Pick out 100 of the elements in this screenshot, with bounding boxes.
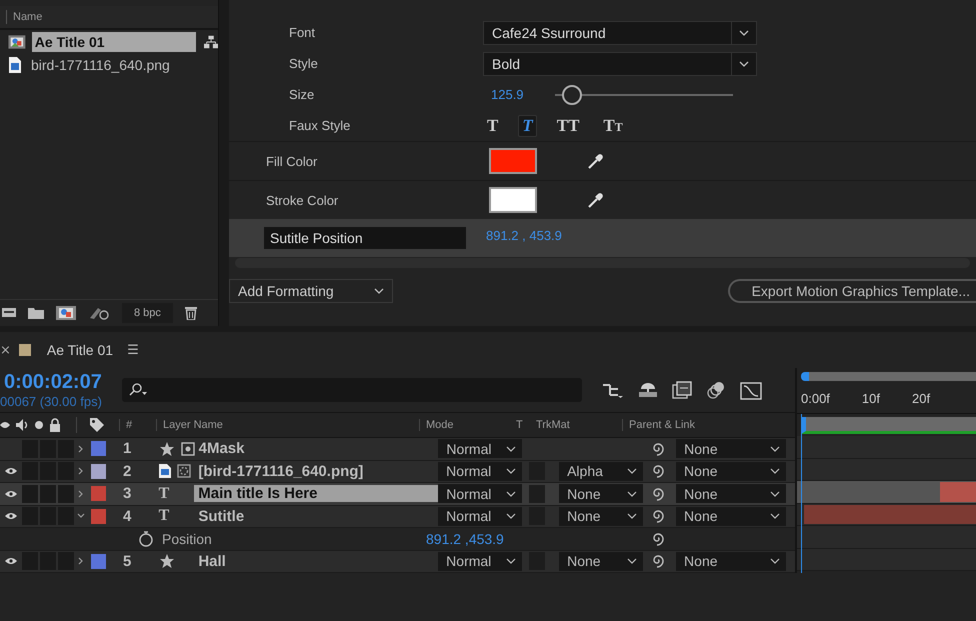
column-header[interactable]: Parent & Link xyxy=(622,419,789,431)
mode-dropdown[interactable]: Normal xyxy=(438,462,522,481)
work-area-bar[interactable] xyxy=(801,416,976,434)
add-formatting-dropdown[interactable]: Add Formatting xyxy=(229,279,393,303)
mode-dropdown[interactable]: Normal xyxy=(438,484,522,504)
layer-name[interactable]: 4Mask xyxy=(194,440,248,458)
label-color-swatch[interactable] xyxy=(91,441,106,456)
layer-row[interactable]: 2 [bird-1771116_640.png] Normal Alpha None xyxy=(0,460,795,483)
hierarchy-icon[interactable] xyxy=(602,382,624,398)
lock-icon[interactable] xyxy=(49,418,61,432)
image-file-icon xyxy=(158,464,171,478)
menu-icon[interactable]: ☰ xyxy=(127,342,139,358)
column-header[interactable]: Layer Name xyxy=(156,419,419,431)
composition-icon[interactable] xyxy=(56,306,76,320)
mode-dropdown[interactable]: Normal xyxy=(438,552,522,571)
layer-name[interactable]: Hall xyxy=(194,552,230,570)
track-matte-dropdown[interactable]: Alpha xyxy=(559,462,644,481)
ruler-label: 20f xyxy=(912,391,930,406)
eye-icon[interactable] xyxy=(4,557,17,566)
switch-slot[interactable] xyxy=(58,484,74,503)
current-time[interactable]: 0:00:02:07 xyxy=(0,371,122,394)
folder-icon[interactable] xyxy=(28,307,44,319)
parent-dropdown[interactable]: None xyxy=(676,439,786,458)
time-ruler[interactable]: 0:00f 10f 20f xyxy=(797,384,976,414)
faux-style-button[interactable]: Tt xyxy=(599,114,627,136)
dropdown[interactable]: Bold xyxy=(483,52,757,76)
parent-dropdown[interactable]: None xyxy=(676,506,786,526)
eye-icon[interactable] xyxy=(4,467,17,476)
eye-icon[interactable] xyxy=(4,490,17,498)
color-swatch[interactable] xyxy=(489,187,537,213)
frame-blending-icon[interactable] xyxy=(672,381,692,399)
preserve-transparency-checkbox[interactable] xyxy=(529,484,546,503)
track-matte-dropdown[interactable]: None xyxy=(559,552,644,571)
export-template-button[interactable]: Export Motion Graphics Template... xyxy=(728,279,976,303)
position-value[interactable]: 891.2 ,453.9 xyxy=(426,530,650,547)
bit-depth-button[interactable]: 8 bpc xyxy=(122,303,173,323)
caret-icon[interactable] xyxy=(77,557,86,566)
label-color-swatch[interactable] xyxy=(91,554,106,569)
flowchart-icon[interactable] xyxy=(204,34,218,48)
label-color-swatch[interactable] xyxy=(91,464,106,479)
caret-icon[interactable] xyxy=(77,467,86,476)
motion-blur-icon[interactable] xyxy=(706,381,726,399)
faux-style-button[interactable]: T xyxy=(483,114,502,136)
track-matte-dropdown[interactable]: None xyxy=(559,484,644,504)
graph-editor-icon[interactable] xyxy=(740,380,762,400)
size-value[interactable]: 125.9 xyxy=(491,87,547,102)
property-name-field[interactable]: Sutitle Position xyxy=(264,227,466,249)
caret-icon[interactable] xyxy=(77,490,86,498)
composition-tab[interactable]: Ae Title 01 xyxy=(46,342,114,358)
faux-style-button[interactable]: T xyxy=(518,114,537,136)
slider-thumb[interactable] xyxy=(562,84,582,104)
track-matte-dropdown[interactable]: None xyxy=(559,506,644,526)
time-navigator-bar[interactable] xyxy=(801,372,976,380)
label-tag-icon[interactable] xyxy=(89,417,105,433)
star-icon xyxy=(158,440,175,457)
eyedropper-icon[interactable] xyxy=(587,191,605,209)
layer-row[interactable]: 5 Hall Normal None None xyxy=(0,550,795,573)
scrollbar-thumb[interactable] xyxy=(235,258,970,268)
layer-name[interactable]: Sutitle xyxy=(194,508,248,525)
search-field[interactable] xyxy=(122,378,582,402)
column-header[interactable]: # xyxy=(119,419,156,431)
caret-icon xyxy=(506,468,516,474)
caret-icon xyxy=(770,446,780,452)
layer-name[interactable]: [bird-1771116_640.png] xyxy=(194,462,368,480)
column-header[interactable]: TrkMat xyxy=(536,419,622,431)
caret-icon[interactable] xyxy=(77,512,86,520)
column-header[interactable]: Name xyxy=(13,11,42,23)
layer-row[interactable]: 4 T Sutitle Normal None None xyxy=(0,506,795,528)
switch-slot[interactable] xyxy=(22,440,38,458)
switch-slot[interactable] xyxy=(22,484,38,503)
layer-row[interactable]: 1 4Mask Normal None xyxy=(0,438,795,460)
project-item[interactable]: Ae Title 01 xyxy=(32,32,196,52)
trash-icon[interactable] xyxy=(184,306,197,320)
color-swatch[interactable] xyxy=(489,148,537,174)
close-icon[interactable]: × xyxy=(0,342,11,358)
switch-slot[interactable] xyxy=(40,484,56,503)
project-item[interactable]: bird-1771116_640.png xyxy=(28,54,173,74)
mode-dropdown[interactable]: Normal xyxy=(438,439,522,458)
switch-slot[interactable] xyxy=(58,440,74,458)
caret-icon[interactable] xyxy=(77,444,86,453)
dropdown[interactable]: Cafe24 Ssurround xyxy=(483,20,757,44)
parent-dropdown[interactable]: None xyxy=(676,484,786,504)
parent-dropdown[interactable]: None xyxy=(676,462,786,481)
column-header[interactable]: T xyxy=(516,419,536,431)
eyedropper-icon[interactable] xyxy=(587,152,605,170)
eye-icon[interactable] xyxy=(4,512,17,520)
solo-dot-icon[interactable] xyxy=(34,420,44,430)
eye-icon[interactable] xyxy=(0,420,10,430)
parent-dropdown[interactable]: None xyxy=(676,552,786,571)
faux-style-button[interactable]: TT xyxy=(552,114,584,136)
layer-row[interactable]: 3 T Main title Is Here Normal None None xyxy=(0,483,795,506)
mode-dropdown[interactable]: Normal xyxy=(438,506,522,526)
speaker-icon[interactable] xyxy=(15,418,29,432)
layer-name[interactable]: Main title Is Here xyxy=(194,485,438,502)
stopwatch-icon[interactable] xyxy=(138,530,154,547)
caret-icon xyxy=(627,490,638,497)
switch-slot[interactable] xyxy=(40,440,56,458)
column-header[interactable]: Mode xyxy=(419,419,516,431)
label-color-swatch[interactable] xyxy=(91,508,106,524)
label-color-swatch[interactable] xyxy=(91,486,106,502)
